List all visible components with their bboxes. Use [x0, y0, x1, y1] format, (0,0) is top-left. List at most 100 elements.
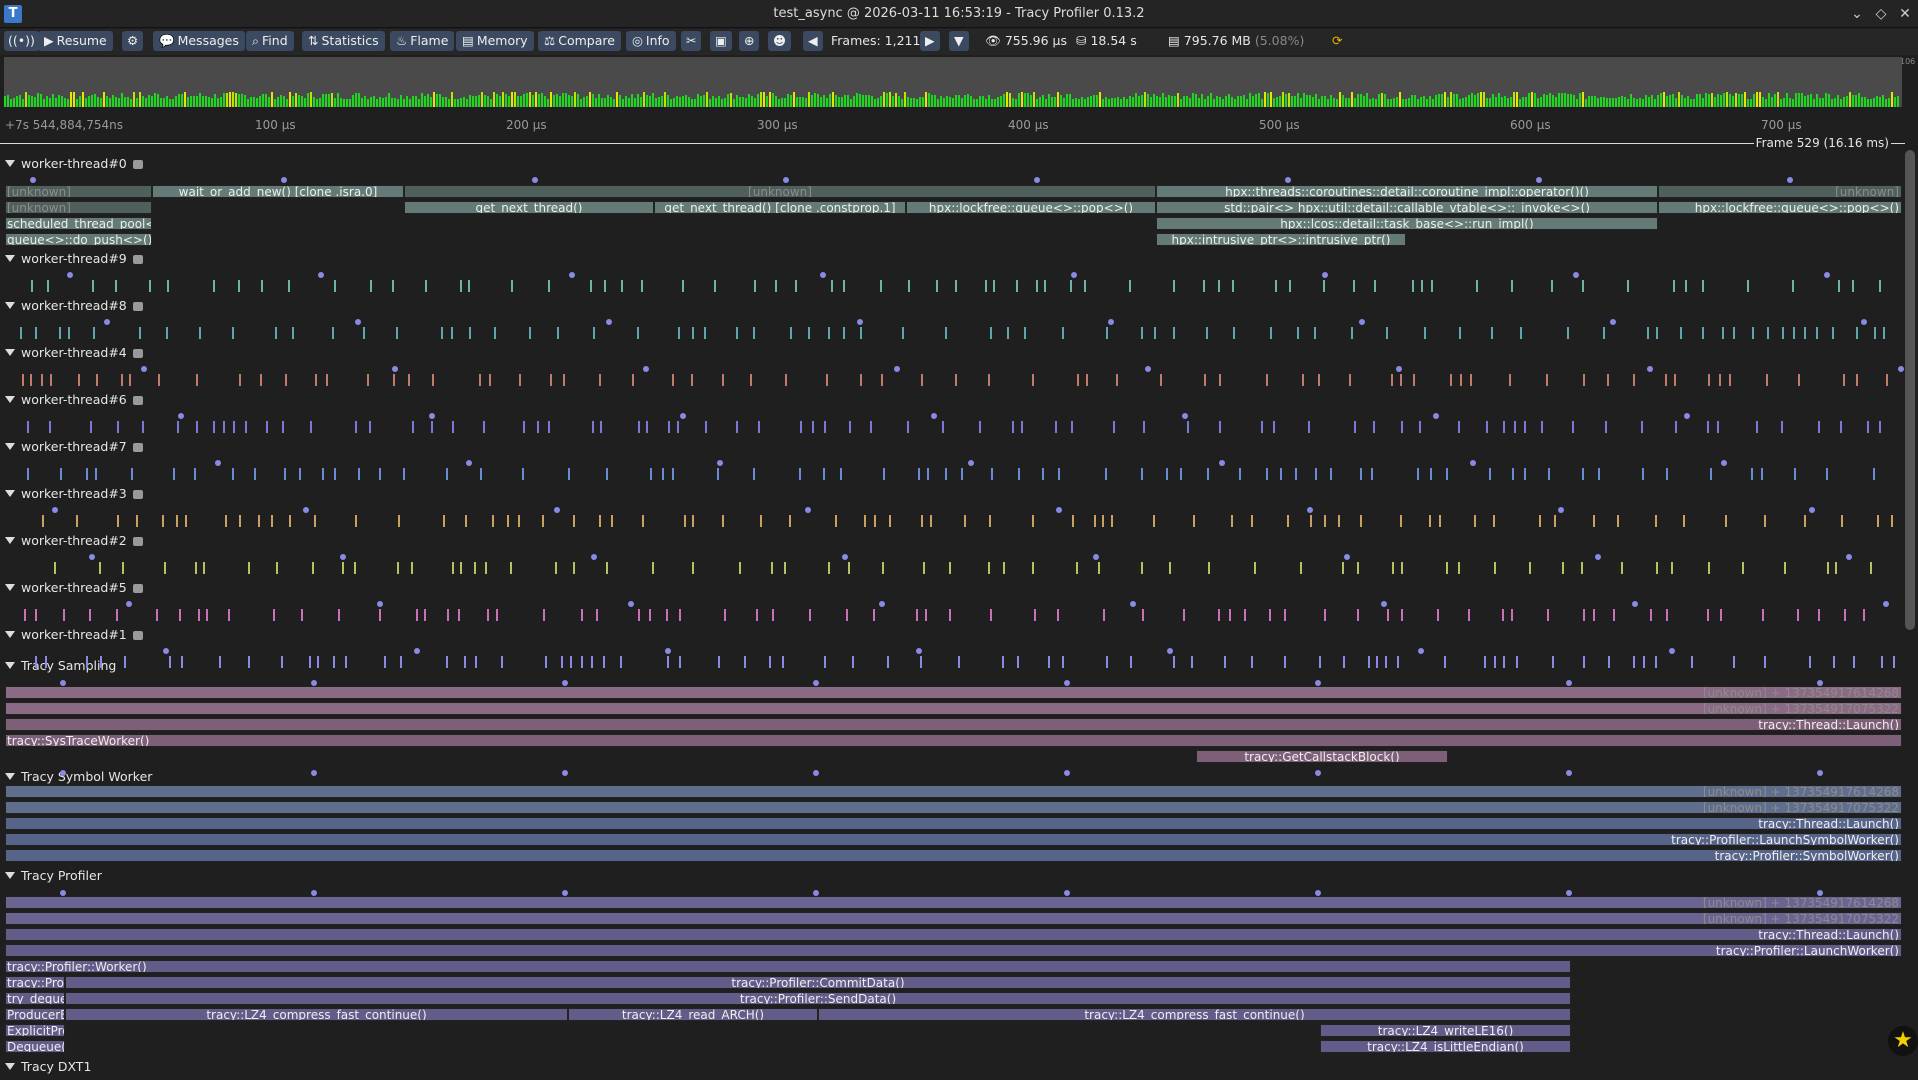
- zone-tick[interactable]: [1048, 656, 1050, 668]
- zone-tick[interactable]: [1102, 515, 1104, 527]
- zone-tick[interactable]: [1582, 280, 1584, 292]
- context-switch-dot[interactable]: [680, 413, 686, 419]
- zone-tick[interactable]: [273, 609, 275, 621]
- context-switch-dot[interactable]: [532, 177, 538, 183]
- context-switch-dot[interactable]: [1315, 680, 1321, 686]
- zone-tick[interactable]: [1582, 468, 1584, 480]
- zone-tick[interactable]: [828, 562, 830, 574]
- zone[interactable]: get_next_thread() [clone .constprop.1]: [654, 201, 906, 214]
- context-switch-dot[interactable]: [562, 680, 568, 686]
- zone-tick[interactable]: [682, 280, 684, 292]
- zone-tick[interactable]: [248, 656, 250, 668]
- zone-tick[interactable]: [581, 609, 583, 621]
- zone-tick[interactable]: [345, 656, 347, 668]
- zone-tick[interactable]: [920, 656, 922, 668]
- zone-tick[interactable]: [1385, 656, 1387, 668]
- zone-tick[interactable]: [769, 656, 771, 668]
- zone-tick[interactable]: [523, 421, 525, 433]
- zone-tick[interactable]: [1233, 327, 1235, 339]
- zone-tick[interactable]: [1173, 327, 1175, 339]
- zone-tick[interactable]: [1583, 609, 1585, 621]
- zone-tick[interactable]: [873, 609, 875, 621]
- frame-histogram[interactable]: [4, 57, 1902, 107]
- context-switch-dot[interactable]: [783, 177, 789, 183]
- zone-tick[interactable]: [809, 609, 811, 621]
- zone-tick[interactable]: [955, 374, 957, 386]
- zone-tick[interactable]: [203, 562, 205, 574]
- zone-tick[interactable]: [115, 280, 117, 292]
- zone-tick[interactable]: [799, 468, 801, 480]
- zone-tick[interactable]: [1239, 468, 1241, 480]
- zone-tick[interactable]: [158, 374, 160, 386]
- zone-tick[interactable]: [1562, 562, 1564, 574]
- zone-tick[interactable]: [1401, 562, 1403, 574]
- zone-tick[interactable]: [90, 421, 92, 433]
- zone-tick[interactable]: [1764, 656, 1766, 668]
- context-switch-dot[interactable]: [1558, 507, 1564, 513]
- zone-tick[interactable]: [717, 468, 719, 480]
- zone-tick[interactable]: [646, 421, 648, 433]
- context-switch-dot[interactable]: [665, 648, 671, 654]
- context-switch-dot[interactable]: [1307, 507, 1313, 513]
- zone-tick[interactable]: [408, 374, 410, 386]
- context-switch-dot[interactable]: [554, 507, 560, 513]
- zone-tick[interactable]: [606, 562, 608, 574]
- zone-tick[interactable]: [1446, 468, 1448, 480]
- zone-tick[interactable]: [1376, 656, 1378, 668]
- zone-tick[interactable]: [443, 515, 445, 527]
- zone-tick[interactable]: [964, 515, 966, 527]
- context-switch-dot[interactable]: [1846, 554, 1852, 560]
- zone-tick[interactable]: [1764, 515, 1766, 527]
- zone[interactable]: hpx::lcos::detail::task_base<>::run_impl…: [1156, 217, 1658, 230]
- zone-tick[interactable]: [1070, 280, 1072, 292]
- zone-tick[interactable]: [596, 609, 598, 621]
- zone-tick[interactable]: [1224, 656, 1226, 668]
- context-switch-dot[interactable]: [126, 601, 132, 607]
- zone-tick[interactable]: [543, 609, 545, 621]
- zone-tick[interactable]: [173, 468, 175, 480]
- zone-tick[interactable]: [918, 468, 920, 480]
- zone-tick[interactable]: [1524, 468, 1526, 480]
- zone-tick[interactable]: [1710, 468, 1712, 480]
- zone-tick[interactable]: [638, 421, 640, 433]
- zone-tick[interactable]: [1360, 468, 1362, 480]
- zone-tick[interactable]: [1413, 374, 1415, 386]
- zone-tick[interactable]: [367, 374, 369, 386]
- zone-tick[interactable]: [20, 327, 22, 339]
- zone-tick[interactable]: [1430, 468, 1432, 480]
- find-button[interactable]: ⌕ Find: [246, 31, 294, 51]
- context-switch-dot[interactable]: [163, 648, 169, 654]
- zone-tick[interactable]: [1324, 609, 1326, 621]
- zone-tick[interactable]: [198, 609, 200, 621]
- zone-tick[interactable]: [568, 468, 570, 480]
- zone-tick[interactable]: [162, 515, 164, 527]
- zone-tick[interactable]: [1141, 468, 1143, 480]
- zone-tick[interactable]: [479, 374, 481, 386]
- zone-tick[interactable]: [1169, 562, 1171, 574]
- zone-tick[interactable]: [1208, 562, 1210, 574]
- zone-tick[interactable]: [317, 656, 319, 668]
- zone-tick[interactable]: [156, 609, 158, 621]
- context-switch-dot[interactable]: [606, 319, 612, 325]
- zone-tick[interactable]: [1583, 374, 1585, 386]
- zone-tick[interactable]: [326, 374, 328, 386]
- zone-tick[interactable]: [925, 609, 927, 621]
- zone-tick[interactable]: [22, 374, 24, 386]
- context-switch-dot[interactable]: [1861, 319, 1867, 325]
- zone-tick[interactable]: [1218, 280, 1220, 292]
- zone-tick[interactable]: [342, 562, 344, 574]
- zone-tick[interactable]: [116, 609, 118, 621]
- compare-button[interactable]: ⚖ Compare: [538, 31, 621, 51]
- zone-tick[interactable]: [603, 656, 605, 668]
- zone-tick[interactable]: [1289, 280, 1291, 292]
- zone-tick[interactable]: [1357, 609, 1359, 621]
- zone-tick[interactable]: [1879, 280, 1881, 292]
- zone-tick[interactable]: [1204, 374, 1206, 386]
- zone-tick[interactable]: [322, 468, 324, 480]
- context-switch-dot[interactable]: [1071, 272, 1077, 278]
- zone-tick[interactable]: [271, 515, 273, 527]
- zone-tick[interactable]: [1219, 374, 1221, 386]
- messages-button[interactable]: 💬 Messages: [153, 31, 245, 51]
- zone-tick[interactable]: [1742, 562, 1744, 574]
- zone-tick[interactable]: [1016, 280, 1018, 292]
